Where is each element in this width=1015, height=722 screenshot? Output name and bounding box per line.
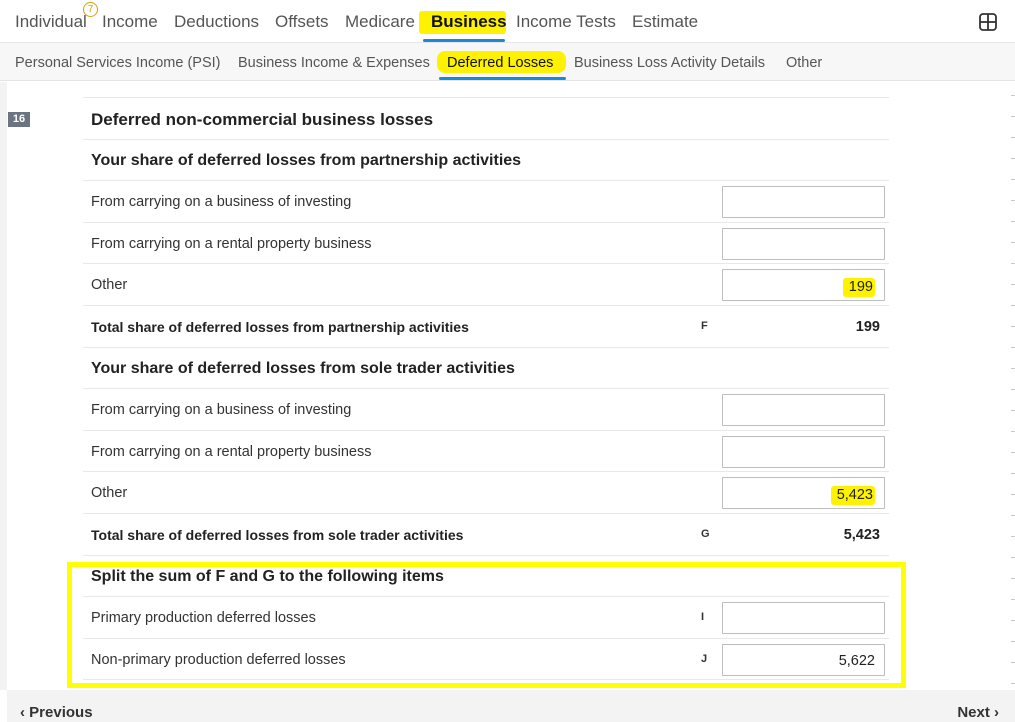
sole-trader-investing-row: From carrying on a business of investing bbox=[83, 389, 889, 431]
field-label: Other bbox=[91, 485, 128, 502]
section-number-badge: 16 bbox=[8, 112, 30, 127]
subtab-other[interactable]: Other bbox=[786, 55, 822, 71]
total-value: 199 bbox=[855, 318, 880, 335]
total-label: Total share of deferred losses from part… bbox=[91, 318, 469, 335]
chevron-left-icon: ‹ bbox=[20, 704, 25, 721]
next-button[interactable]: Next › bbox=[957, 704, 999, 721]
active-subtab-indicator bbox=[439, 77, 566, 80]
sole-trader-heading: Your share of deferred losses from sole … bbox=[91, 359, 515, 377]
label-code: F bbox=[701, 319, 708, 332]
partnership-investing-input[interactable] bbox=[722, 186, 885, 219]
primary-production-input[interactable] bbox=[722, 602, 885, 635]
subtab-business-income-expenses[interactable]: Business Income & Expenses bbox=[238, 55, 430, 71]
partnership-heading: Your share of deferred losses from partn… bbox=[91, 151, 522, 169]
input-value: 5,423 bbox=[830, 486, 875, 506]
footer-nav: ‹ Previous Next › bbox=[7, 690, 1015, 722]
subtab-psi[interactable]: Personal Services Income (PSI) bbox=[15, 55, 221, 71]
sole-trader-other-input[interactable]: 5,423 bbox=[722, 477, 885, 510]
grid-layout-icon[interactable] bbox=[979, 13, 997, 31]
partnership-other-row: Other 199 bbox=[83, 264, 889, 306]
sole-trader-other-row: Other 5,423 bbox=[83, 472, 889, 514]
tab-estimate[interactable]: Estimate bbox=[632, 12, 698, 32]
sole-trader-rental-input[interactable] bbox=[722, 435, 885, 468]
main-tab-bar: Individual 7 Income Deductions Offsets M… bbox=[0, 0, 1015, 43]
partnership-rental-input[interactable] bbox=[722, 227, 885, 260]
form-title: Deferred non-commercial business losses bbox=[91, 110, 434, 129]
sole-trader-rental-row: From carrying on a rental property busin… bbox=[83, 431, 889, 473]
sole-trader-total-row: Total share of deferred losses from sole… bbox=[83, 514, 889, 556]
left-rail bbox=[0, 82, 7, 690]
subtab-business-loss-activity[interactable]: Business Loss Activity Details bbox=[574, 55, 765, 71]
partnership-other-input[interactable]: 199 bbox=[722, 269, 885, 302]
previous-button[interactable]: ‹ Previous bbox=[20, 704, 93, 721]
tab-offsets[interactable]: Offsets bbox=[275, 12, 329, 32]
tab-income[interactable]: Income bbox=[102, 12, 158, 32]
partnership-heading-row: Your share of deferred losses from partn… bbox=[83, 140, 889, 182]
tab-medicare[interactable]: Medicare bbox=[345, 12, 415, 32]
non-primary-production-row: Non-primary production deferred losses J… bbox=[83, 639, 889, 681]
field-label: From carrying on a business of investing bbox=[91, 402, 352, 419]
sole-trader-investing-input[interactable] bbox=[722, 394, 885, 427]
tab-business[interactable]: Business bbox=[431, 12, 507, 32]
total-value: 5,423 bbox=[843, 526, 880, 543]
input-value: 5,622 bbox=[838, 652, 875, 669]
field-label: From carrying on a business of investing bbox=[91, 194, 352, 211]
scroll-ruler bbox=[1003, 82, 1015, 702]
tab-income-tests[interactable]: Income Tests bbox=[516, 12, 616, 32]
label-code: G bbox=[701, 527, 710, 540]
notification-badge: 7 bbox=[83, 2, 98, 17]
partnership-rental-row: From carrying on a rental property busin… bbox=[83, 223, 889, 265]
deferred-losses-form: Deferred non-commercial business losses … bbox=[83, 97, 889, 681]
partnership-total-row: Total share of deferred losses from part… bbox=[83, 306, 889, 348]
label-code: I bbox=[701, 611, 705, 624]
partnership-investing-row: From carrying on a business of investing bbox=[83, 181, 889, 223]
field-label: From carrying on a rental property busin… bbox=[91, 443, 372, 460]
split-heading-row: Split the sum of F and G to the followin… bbox=[83, 556, 889, 598]
chevron-right-icon: › bbox=[994, 704, 999, 721]
split-heading: Split the sum of F and G to the followin… bbox=[91, 567, 444, 585]
tab-individual[interactable]: Individual bbox=[15, 12, 87, 32]
sole-trader-heading-row: Your share of deferred losses from sole … bbox=[83, 348, 889, 390]
field-label: Other bbox=[91, 277, 128, 294]
total-label: Total share of deferred losses from sole… bbox=[91, 526, 464, 543]
tab-deductions[interactable]: Deductions bbox=[174, 12, 259, 32]
field-label: From carrying on a rental property busin… bbox=[91, 235, 372, 252]
primary-production-row: Primary production deferred losses I bbox=[83, 597, 889, 639]
form-title-row: Deferred non-commercial business losses bbox=[83, 98, 889, 140]
non-primary-production-input[interactable]: 5,622 bbox=[722, 643, 885, 676]
label-code: J bbox=[701, 652, 708, 665]
field-label: Non-primary production deferred losses bbox=[91, 651, 346, 668]
field-label: Primary production deferred losses bbox=[91, 610, 316, 627]
subtab-deferred-losses[interactable]: Deferred Losses bbox=[447, 55, 553, 71]
sub-tab-bar: Personal Services Income (PSI) Business … bbox=[0, 43, 1015, 81]
input-value: 199 bbox=[842, 278, 875, 298]
active-tab-indicator bbox=[423, 39, 505, 42]
